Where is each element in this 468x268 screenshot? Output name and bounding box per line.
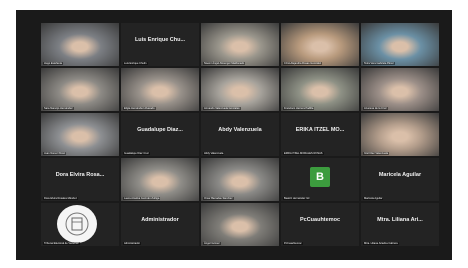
participant-tile[interactable]: Omar Barradas Sánchez [201,158,279,201]
participant-display-name: Dora Elvira Rosa... [55,172,105,178]
participant-name-label: PcCuauhtemoc [283,241,303,245]
participant-tile[interactable]: Tetra Vera Gabriela Pérez [361,23,439,66]
participant-tile[interactable]: Sara Naranjo Hernández [41,68,119,111]
participant-tile[interactable]: Ángel Gómez [201,203,279,246]
participant-tile[interactable]: Maricela Aguilar Maricela Aguilar [361,158,439,201]
participant-name-label: Maricela Aguilar [363,196,384,200]
participant-display-name: Mtra. Liliana Ari... [377,217,423,223]
participant-video [41,68,119,111]
participant-name-label: Guadalupe Diaz Cruz [123,151,150,155]
participant-tile[interactable]: Francisco Herrera Padilla [281,68,359,111]
participant-tile[interactable]: Armando Valenzuela Gonzales [201,68,279,111]
participant-tile[interactable]: Eligia Hernández Alvarado [121,68,199,111]
participant-display-name: Guadalupe Diaz... [137,127,183,133]
participant-name-label: Beatriz Hernández Gil [283,196,311,200]
participant-tile[interactable]: Mtra. Liliana Ari... Mtra. Liliana Ariadn… [361,203,439,246]
participant-tile[interactable]: Laura Ariadna Guzmán Zuñiga [121,158,199,201]
participant-name-label: Ángel Gómez [203,241,221,245]
participant-tile[interactable]: Abdy Valenzuela Abdy Valenzuela [201,113,279,156]
participant-video [361,68,439,111]
participant-video [281,68,359,111]
participant-name-label: Noemí Ángel Almengor Maldonado [203,61,246,65]
participant-video [41,113,119,156]
participant-name-label: Hugo Estefanía [43,61,63,65]
participant-tile[interactable]: Hugo Estefanía [41,23,119,66]
participant-video [361,113,439,156]
participant-display-name: Luis Enrique Chu... [134,37,186,43]
avatar: B [310,167,330,187]
participant-name-label: Azucena de la Cruz [363,106,388,110]
participant-name-label: Sara Naranjo Hernández [43,106,74,110]
participant-name-label: ERIKA ITZEL MORALES ROSAS [283,151,324,155]
participant-tile[interactable]: Administrador Administrador [121,203,199,246]
participant-video [281,23,359,66]
participant-name-label: Armando Valenzuela Gonzales [203,106,241,110]
participant-video [201,158,279,201]
participant-display-name: Abdy Valenzuela [218,127,262,133]
participant-name-label: Eligia Hernández Alvarado [123,106,156,110]
participant-name-label: Laura Ariadna Guzmán Zuñiga [123,196,161,200]
participant-tile[interactable]: PcCuauhtemoc PcCuauhtemoc [281,203,359,246]
participant-video [201,203,279,246]
participant-display-name: PcCuauhtemoc [299,217,341,223]
participant-tile[interactable]: Juan Nunez Pérez [41,113,119,156]
participant-tile[interactable]: Noemí Ángel Almengor Maldonado [201,23,279,66]
participant-tile[interactable]: Dora Elvira Rosa... Dora Elvira Rosales M… [41,158,119,201]
participant-name-label: Omar Barradas Sánchez [203,196,234,200]
participant-tile[interactable]: Tribunal Electoral de Veracruz [41,203,119,246]
participant-video [201,23,279,66]
participant-display-name: Administrador [141,217,179,223]
participant-tile[interactable]: Itzel Diaz Valenzuela [361,113,439,156]
participant-name-label: CCH-Alejandra Rosas González [283,61,323,65]
participant-tile[interactable]: CCH-Alejandra Rosas González [281,23,359,66]
participant-video [41,23,119,66]
participant-name-label: Tetra Vera Gabriela Pérez [363,61,395,65]
participant-display-name: ERIKA ITZEL MO... [295,127,345,133]
participant-name-label: Itzel Diaz Valenzuela [363,151,390,155]
participant-name-label: Abdy Valenzuela [203,151,225,155]
organization-seal-icon [57,205,97,243]
participant-tile[interactable]: B Beatriz Hernández Gil [281,158,359,201]
participant-name-label: Administrador [123,241,142,245]
participant-name-label: Luis Enrique Chulin [123,61,148,65]
participant-name-label: Juan Nunez Pérez [43,151,67,155]
participant-name-label: Dora Elvira Rosales Méndez [43,196,78,200]
participant-video [121,68,199,111]
participant-tile[interactable]: ERIKA ITZEL MO... ERIKA ITZEL MORALES ROS… [281,113,359,156]
participant-tile[interactable]: Guadalupe Diaz... Guadalupe Diaz Cruz [121,113,199,156]
participant-video [201,68,279,111]
participant-video [361,23,439,66]
video-call-window: Hugo Estefanía Luis Enrique Chu... Luis En… [16,10,452,260]
participant-name-label: Mtra. Liliana Ariadna Cabrera [363,241,399,245]
participant-tile[interactable]: Azucena de la Cruz [361,68,439,111]
participant-video [121,158,199,201]
participant-name-label: Francisco Herrera Padilla [283,106,315,110]
participant-name-label: Tribunal Electoral de Veracruz [43,241,80,245]
participant-tile[interactable]: Luis Enrique Chu... Luis Enrique Chulin [121,23,199,66]
participant-display-name: Maricela Aguilar [378,172,422,178]
participant-grid: Hugo Estefanía Luis Enrique Chu... Luis En… [41,23,439,246]
